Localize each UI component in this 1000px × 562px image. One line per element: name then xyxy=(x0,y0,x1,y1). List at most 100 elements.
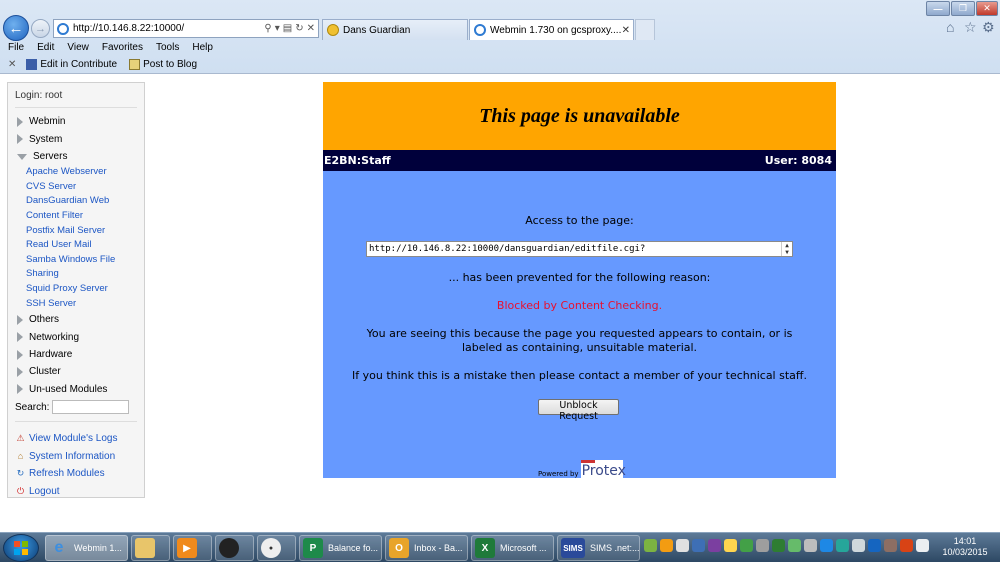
fav-post-to-blog[interactable]: Post to Blog xyxy=(129,59,197,70)
tray-icon[interactable] xyxy=(788,539,801,552)
system-information-link[interactable]: ⌂ System Information xyxy=(15,448,137,466)
start-button[interactable] xyxy=(3,534,39,562)
favorites-star-icon[interactable]: ☆ xyxy=(964,19,977,36)
stop-icon[interactable]: ✕ xyxy=(307,23,315,34)
module-samba-windows-file[interactable]: Samba Windows File xyxy=(15,253,137,268)
compat-view-icon[interactable]: ▤ xyxy=(283,23,292,34)
protex-logo: Protex xyxy=(580,460,626,479)
module-squid-proxy-server[interactable]: Squid Proxy Server xyxy=(15,282,137,297)
tray-icon[interactable] xyxy=(660,539,673,552)
cisco-icon: ● xyxy=(261,538,281,558)
fav-edit-in-contribute[interactable]: Edit in Contribute xyxy=(26,59,117,70)
blocked-url-field[interactable]: http://10.146.8.22:10000/dansguardian/ed… xyxy=(366,241,793,257)
module-cvs-server[interactable]: CVS Server xyxy=(15,180,137,195)
collapsed-arrow-icon xyxy=(17,349,23,360)
module-content-filter[interactable]: Content Filter xyxy=(15,209,137,224)
refresh-icon[interactable]: ↻ xyxy=(295,23,303,34)
clock[interactable]: 14:01 10/03/2015 xyxy=(935,536,995,558)
ie-icon: e xyxy=(54,539,64,556)
group-label: E2BN:Staff xyxy=(324,154,391,167)
tray-icon[interactable] xyxy=(804,539,817,552)
taskbar-excel[interactable]: X Microsoft ... xyxy=(471,535,554,561)
taskbar-sims[interactable]: SIMS SIMS .net:... xyxy=(557,535,640,561)
close-window-button[interactable]: ✕ xyxy=(976,1,998,16)
menu-help[interactable]: Help xyxy=(192,40,213,55)
tray-icon[interactable] xyxy=(644,539,657,552)
forward-button[interactable]: → xyxy=(31,19,50,38)
tray-icon[interactable] xyxy=(868,539,881,552)
tray-icon[interactable] xyxy=(772,539,785,552)
category-others[interactable]: Others xyxy=(15,311,137,328)
home-icon: ⌂ xyxy=(17,451,24,462)
category-servers[interactable]: Servers xyxy=(15,148,137,165)
collapsed-arrow-icon xyxy=(17,366,23,377)
tray-icon[interactable] xyxy=(900,539,913,552)
scroll-arrows-icon[interactable]: ▲ ▼ xyxy=(781,242,792,256)
taskbar-explorer[interactable] xyxy=(131,535,170,561)
tray-icon[interactable] xyxy=(676,539,689,552)
clock-time: 14:01 xyxy=(953,536,977,546)
tray-icon[interactable] xyxy=(756,539,769,552)
publisher-icon: P xyxy=(303,538,323,558)
media-icon: ▶ xyxy=(177,538,197,558)
taskbar-app[interactable] xyxy=(215,535,254,561)
view-module-logs-link[interactable]: ⚠ View Module's Logs xyxy=(15,430,137,448)
tray-icon[interactable] xyxy=(708,539,721,552)
module-ssh-server[interactable]: SSH Server xyxy=(15,297,137,312)
tray-icon[interactable] xyxy=(740,539,753,552)
unblock-request-button[interactable]: Unblock Request xyxy=(538,399,619,422)
menu-tools[interactable]: Tools xyxy=(156,40,179,55)
category-system[interactable]: System xyxy=(15,130,137,147)
menu-edit[interactable]: Edit xyxy=(37,40,54,55)
mistake-text: If you think this is a mistake then plea… xyxy=(352,369,807,382)
menu-file[interactable]: File xyxy=(8,40,24,55)
menu-bar: File Edit View Favorites Tools Help xyxy=(0,40,1000,55)
volume-icon[interactable] xyxy=(916,539,929,552)
category-hardware[interactable]: Hardware xyxy=(15,346,137,363)
address-url[interactable]: http://10.146.8.22:10000/ xyxy=(73,23,264,34)
ie-page-icon xyxy=(57,22,69,35)
taskbar-cisco[interactable]: ● xyxy=(257,535,296,561)
taskbar-ie[interactable]: e Webmin 1... xyxy=(45,535,128,561)
favorites-bar: ✕ Edit in Contribute Post to Blog xyxy=(0,56,1000,73)
home-icon[interactable]: ⌂ xyxy=(946,19,954,35)
taskbar-outlook[interactable]: O Inbox - Ba... xyxy=(385,535,468,561)
menu-view[interactable]: View xyxy=(67,40,89,55)
taskbar-publisher[interactable]: P Balance fo... xyxy=(299,535,382,561)
tray-icon[interactable] xyxy=(724,539,737,552)
module-apache-webserver[interactable]: Apache Webserver xyxy=(15,165,137,180)
search-icon[interactable]: ⚲ xyxy=(264,23,271,34)
module-read-user-mail[interactable]: Read User Mail xyxy=(15,238,137,253)
refresh-modules-link[interactable]: ↻ Refresh Modules xyxy=(15,465,137,483)
tools-gear-icon[interactable]: ⚙ xyxy=(982,19,995,36)
taskbar-media-player[interactable]: ▶ xyxy=(173,535,212,561)
tray-icon[interactable] xyxy=(852,539,865,552)
tray-icon[interactable] xyxy=(836,539,849,552)
menu-favorites[interactable]: Favorites xyxy=(102,40,143,55)
close-favbar-icon[interactable]: ✕ xyxy=(8,59,16,70)
maximize-button[interactable]: ❐ xyxy=(951,1,975,16)
tab-webmin[interactable]: Webmin 1.730 on gcsproxy.... ✕ xyxy=(469,19,634,40)
module-sharing[interactable]: Sharing xyxy=(15,267,137,282)
minimize-button[interactable]: — xyxy=(926,1,950,16)
category-webmin[interactable]: Webmin xyxy=(15,113,137,130)
category-cluster[interactable]: Cluster xyxy=(15,363,137,380)
excel-icon: X xyxy=(475,538,495,558)
logout-link[interactable]: ⏻ Logout xyxy=(15,483,137,501)
search-input[interactable] xyxy=(52,400,130,415)
back-button[interactable]: ← xyxy=(3,15,29,41)
category-networking[interactable]: Networking xyxy=(15,329,137,346)
tray-icon[interactable] xyxy=(692,539,705,552)
category-unused-modules[interactable]: Un-used Modules xyxy=(15,381,137,398)
tab-label: Dans Guardian xyxy=(343,24,411,36)
close-tab-icon[interactable]: ✕ xyxy=(622,25,630,36)
dropdown-icon[interactable]: ▾ xyxy=(275,23,280,34)
tray-icon[interactable] xyxy=(820,539,833,552)
module-postfix-mail-server[interactable]: Postfix Mail Server xyxy=(15,224,137,239)
module-dansguardian-web[interactable]: DansGuardian Web xyxy=(15,194,137,209)
new-tab-button[interactable] xyxy=(635,19,655,40)
block-page: This page is unavailable E2BN:Staff User… xyxy=(323,82,836,479)
tab-dans-guardian[interactable]: Dans Guardian xyxy=(322,19,468,40)
address-bar[interactable]: http://10.146.8.22:10000/ ⚲ ▾ ▤ ↻ ✕ xyxy=(53,19,319,38)
tray-icon[interactable] xyxy=(884,539,897,552)
